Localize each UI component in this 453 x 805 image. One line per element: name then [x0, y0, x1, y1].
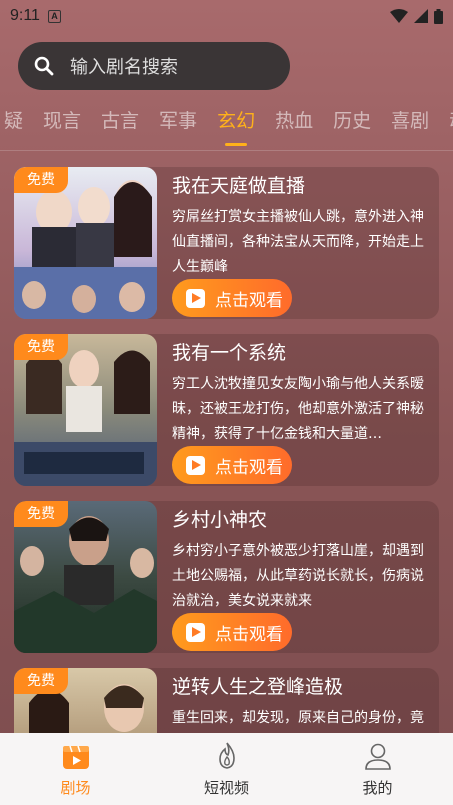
nav-label: 短视频 [203, 779, 249, 797]
tab-xianyan[interactable]: 现言 [33, 104, 91, 140]
watch-button[interactable]: 点击观看 [172, 613, 292, 651]
tab-partial-left[interactable]: 疑 [0, 104, 33, 140]
wifi-icon [390, 9, 408, 23]
play-icon [186, 288, 205, 308]
tabs-divider [0, 150, 453, 151]
play-icon [186, 622, 205, 642]
play-icon [186, 455, 205, 475]
tab-rexue[interactable]: 热血 [265, 104, 323, 140]
nav-theater[interactable]: 剧场 [0, 733, 151, 805]
tab-junshi[interactable]: 军事 [149, 104, 207, 140]
drama-description: 穷工人沈牧撞见女友陶小瑜与他人关系暧昧，还被王龙打伤，他却意外激活了神秘精神，获… [172, 376, 424, 442]
nav-label: 我的 [362, 779, 393, 797]
tab-xuanhuan[interactable]: 玄幻 [207, 104, 265, 146]
search-icon [34, 56, 54, 76]
free-badge: 免费 [14, 668, 68, 694]
free-badge: 免费 [14, 167, 68, 193]
drama-poster[interactable]: 免费 [14, 167, 157, 319]
notification-a-icon: A [47, 9, 61, 23]
drama-description: 乡村穷小子意外被恶少打落山崖，却遇到土地公赐福，从此草药说长就长，伤病说治就治，… [172, 543, 424, 609]
drama-title[interactable]: 我有一个系统 [172, 338, 286, 365]
watch-button[interactable]: 点击观看 [172, 279, 292, 317]
drama-description: 穷屌丝打赏女主播被仙人跳，意外进入神仙直播间，各种法宝从天而降，开始走上人生巅峰 [172, 209, 424, 275]
watch-button[interactable]: 点击观看 [172, 446, 292, 484]
nav-short-video[interactable]: 短视频 [151, 733, 302, 805]
nav-label: 剧场 [60, 779, 91, 797]
signal-icon [414, 9, 428, 23]
drama-title[interactable]: 乡村小神农 [172, 505, 267, 532]
watch-button-label: 点击观看 [215, 624, 283, 645]
watch-button-label: 点击观看 [215, 457, 283, 478]
drama-card[interactable]: 免费 我有一个系统 穷工人沈牧撞见女友陶小瑜与他人关系暧昧，还被王龙打伤，他却意… [14, 334, 439, 486]
status-bar: 9:11 A [0, 0, 453, 32]
status-icons [390, 8, 443, 24]
watch-button-label: 点击观看 [215, 290, 283, 311]
free-badge: 免费 [14, 501, 68, 527]
bottom-nav: 剧场 短视频 我的 [0, 733, 453, 805]
search-bar[interactable]: 输入剧名搜索 [18, 42, 290, 90]
search-input[interactable]: 输入剧名搜索 [70, 53, 178, 79]
drama-title[interactable]: 逆转人生之登峰造极 [172, 672, 343, 699]
drama-poster[interactable]: 免费 [14, 501, 157, 653]
drama-title[interactable]: 我在天庭做直播 [172, 171, 305, 198]
tab-guyan[interactable]: 古言 [91, 104, 149, 140]
drama-card[interactable]: 免费 我在天庭做直播 穷屌丝打赏女主播被仙人跳，意外进入神仙直播间，各种法宝从天… [14, 167, 439, 319]
flame-icon [218, 742, 235, 769]
theater-icon [62, 745, 89, 769]
free-badge: 免费 [14, 334, 68, 360]
status-time: 9:11 [10, 7, 40, 24]
tab-lishi[interactable]: 历史 [323, 104, 381, 140]
battery-icon [434, 8, 443, 24]
user-icon [364, 743, 391, 770]
tab-partial-right[interactable]: 动 [439, 104, 453, 140]
drama-poster[interactable]: 免费 [14, 334, 157, 486]
category-tabs: 疑 现言 古言 军事 玄幻 热血 历史 喜剧 动 [0, 104, 453, 146]
drama-card[interactable]: 免费 乡村小神农 乡村穷小子意外被恶少打落山崖，却遇到土地公赐福，从此草药说长就… [14, 501, 439, 653]
nav-profile[interactable]: 我的 [302, 733, 453, 805]
tab-xiju[interactable]: 喜剧 [381, 104, 439, 140]
